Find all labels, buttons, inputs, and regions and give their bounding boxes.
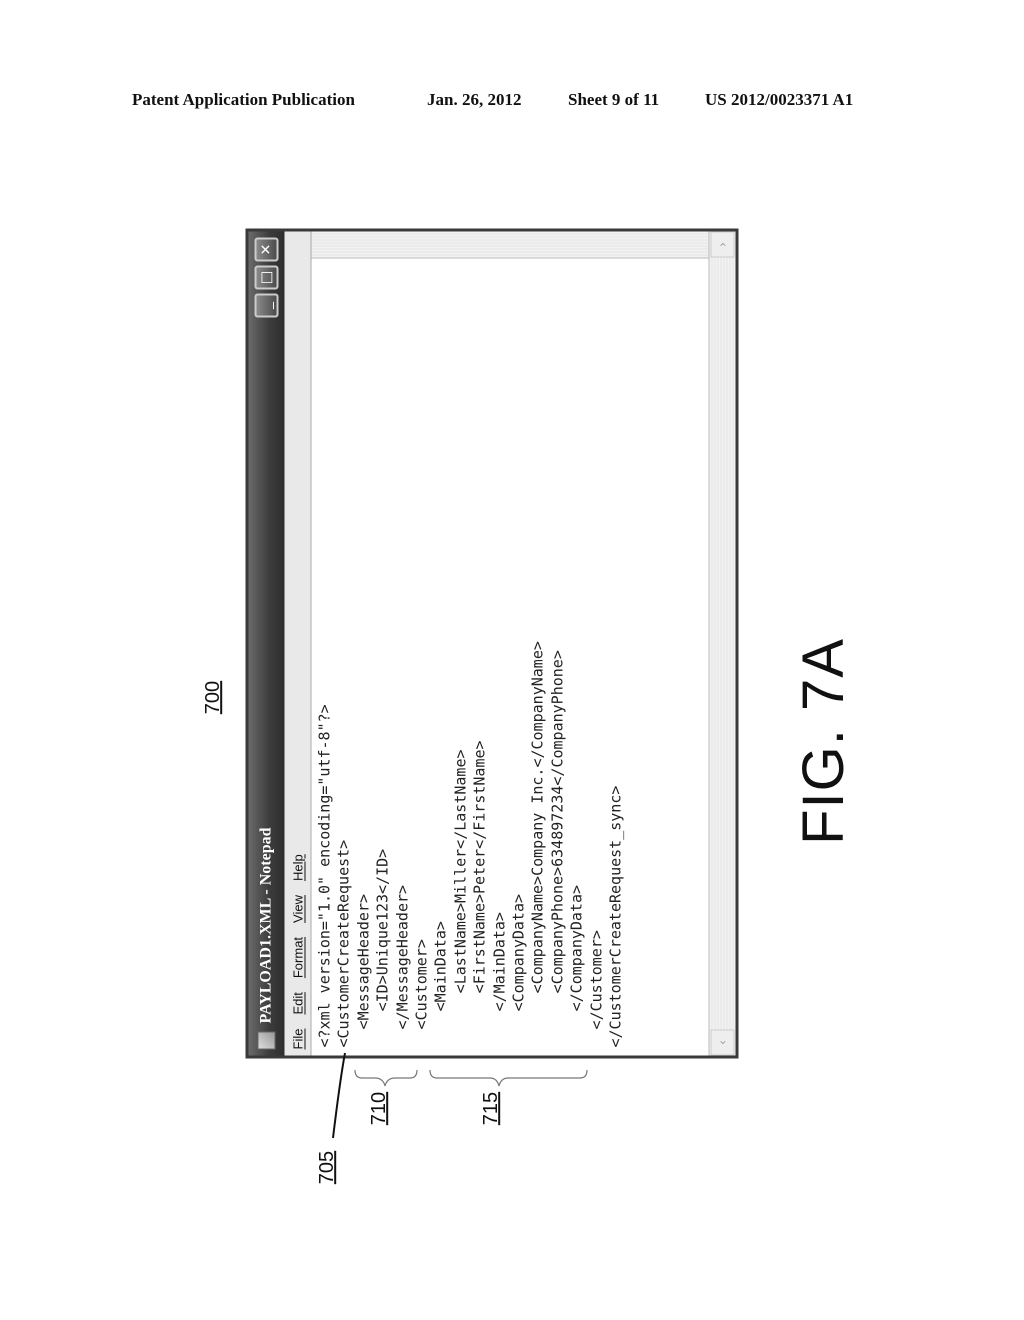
- brace-710: [354, 1069, 418, 1087]
- annotation-lines: [332, 1052, 588, 1139]
- leader-line-705: [332, 1052, 346, 1139]
- reference-710: 710: [368, 1091, 391, 1126]
- reference-715: 715: [480, 1091, 503, 1126]
- brace-715: [429, 1069, 588, 1087]
- reference-700: 700: [202, 680, 225, 715]
- figure-label: FIG. 7A: [790, 638, 856, 845]
- reference-705: 705: [316, 1150, 339, 1185]
